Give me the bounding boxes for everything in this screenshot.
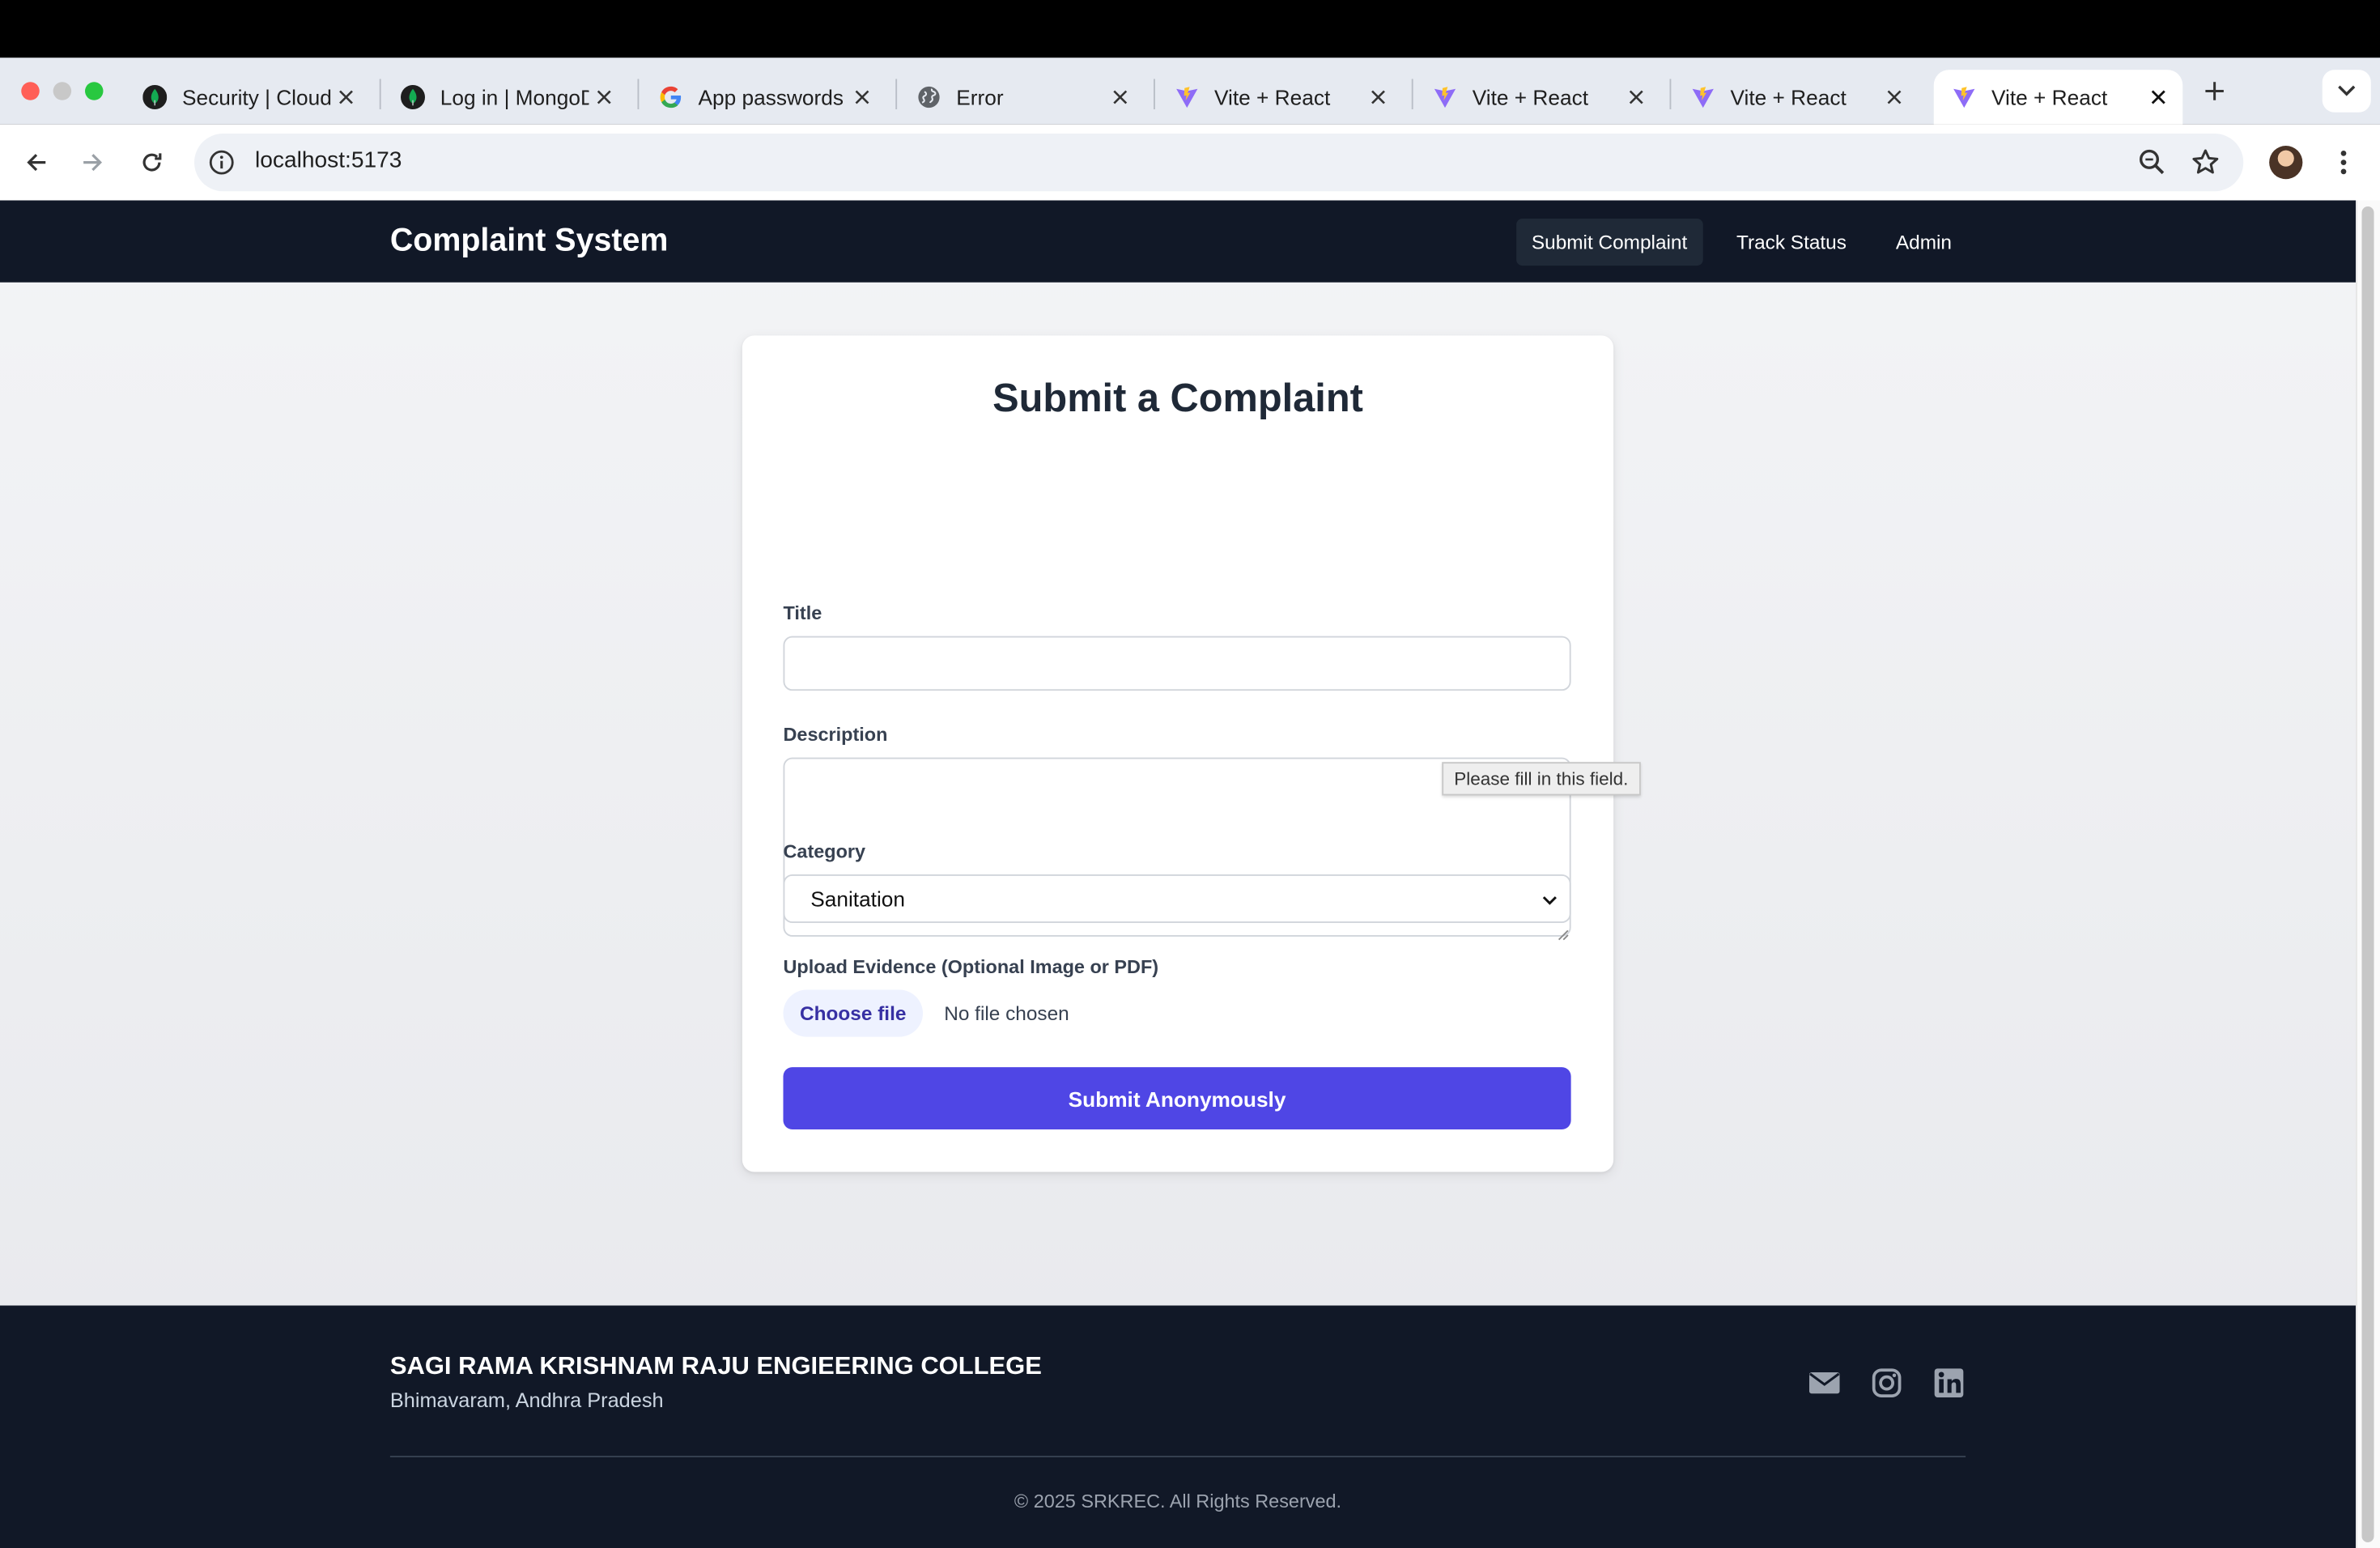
mongodb-leaf-icon xyxy=(142,85,168,109)
vite-icon xyxy=(1691,85,1715,109)
tab-title: Vite + React xyxy=(1472,85,1589,109)
instagram-icon[interactable] xyxy=(1870,1367,1903,1400)
form-heading: Submit a Complaint xyxy=(992,375,1363,421)
site-footer: SAGI RAMA KRISHNAM RAJU ENGIEERING COLLE… xyxy=(0,1305,2356,1548)
tab-title: Vite + React xyxy=(1214,85,1331,109)
chevron-down-icon xyxy=(2338,85,2356,96)
envelope-icon[interactable] xyxy=(1808,1367,1841,1400)
page-viewport: Complaint System Submit Complaint Track … xyxy=(0,200,2356,1548)
browser-tab-active[interactable]: Vite + React xyxy=(1933,70,2183,125)
mongodb-leaf-icon xyxy=(401,85,425,109)
browser-tab[interactable]: App passwords xyxy=(640,70,886,125)
reload-icon xyxy=(142,153,162,172)
browser-tab[interactable]: Vite + React xyxy=(1672,70,1919,125)
no-file-text: No file chosen xyxy=(944,1002,1069,1025)
app-brand[interactable]: Complaint System xyxy=(390,223,669,260)
vite-icon xyxy=(1175,85,1199,109)
close-tab-icon[interactable] xyxy=(2144,82,2174,113)
vite-icon xyxy=(1433,85,1457,109)
close-tab-icon[interactable] xyxy=(1879,82,1910,113)
arrow-right-icon xyxy=(83,154,103,172)
close-window-button[interactable] xyxy=(21,82,40,100)
close-tab-icon[interactable] xyxy=(331,82,362,113)
footer-divider xyxy=(389,1456,1966,1457)
nav-submit-complaint[interactable]: Submit Complaint xyxy=(1516,219,1703,266)
new-tab-button[interactable] xyxy=(2192,70,2238,113)
plus-icon xyxy=(2205,82,2224,100)
tab-title: Vite + React xyxy=(1991,85,2108,109)
tab-separator xyxy=(1669,79,1672,109)
complaint-form-card: Submit a Complaint Title Description Cat… xyxy=(742,335,1614,1172)
category-select[interactable]: Sanitation xyxy=(783,874,1571,923)
tab-title: Error xyxy=(956,85,1004,109)
description-label: Description xyxy=(783,724,888,746)
forward-button[interactable] xyxy=(71,141,114,184)
close-tab-icon[interactable] xyxy=(1621,82,1652,113)
vite-icon xyxy=(1952,85,1976,109)
browser-tab[interactable]: Log in | MongoD xyxy=(383,70,629,125)
college-name: SAGI RAMA KRISHNAM RAJU ENGIEERING COLLE… xyxy=(389,1352,1042,1380)
arrow-left-icon xyxy=(27,154,46,172)
browser-tab[interactable]: Security | Cloud xyxy=(125,70,371,125)
upload-label: Upload Evidence (Optional Image or PDF) xyxy=(783,956,1159,978)
zoom-icon[interactable] xyxy=(2137,147,2168,178)
chevron-down-icon xyxy=(1542,896,1557,905)
browser-tab[interactable]: Vite + React xyxy=(1157,70,1403,125)
close-tab-icon[interactable] xyxy=(589,82,620,113)
profile-avatar[interactable] xyxy=(2269,146,2303,180)
back-button[interactable] xyxy=(15,141,58,184)
title-input[interactable] xyxy=(783,636,1571,691)
copyright-text: © 2025 SRKREC. All Rights Reserved. xyxy=(1014,1491,1342,1512)
tab-title: Vite + React xyxy=(1730,85,1847,109)
tab-separator xyxy=(1154,79,1155,109)
validation-tooltip: Please fill in this field. xyxy=(1442,762,1641,796)
screen: Security | Cloud Log in | MongoD App pas… xyxy=(0,0,2380,1548)
google-g-icon xyxy=(659,85,683,109)
bookmark-star-icon[interactable] xyxy=(2191,147,2221,178)
tab-title: Log in | MongoD xyxy=(440,85,589,109)
url-text[interactable]: localhost:5173 xyxy=(255,147,402,173)
submit-anonymously-button[interactable]: Submit Anonymously xyxy=(783,1067,1571,1129)
zoom-window-button[interactable] xyxy=(85,82,104,100)
category-label: Category xyxy=(783,840,866,862)
close-tab-icon[interactable] xyxy=(1105,82,1136,113)
category-selected-value: Sanitation xyxy=(810,887,906,911)
linkedin-icon[interactable] xyxy=(1932,1367,1966,1400)
browser-tab[interactable]: Error xyxy=(899,70,1145,125)
close-tab-icon[interactable] xyxy=(847,82,878,113)
browser-tab[interactable]: Vite + React xyxy=(1415,70,1661,125)
globe-icon xyxy=(917,85,941,109)
tab-title: Security | Cloud xyxy=(182,85,331,109)
nav-admin[interactable]: Admin xyxy=(1881,219,1967,266)
reload-button[interactable] xyxy=(130,141,173,184)
address-bar[interactable] xyxy=(194,134,2244,192)
tab-separator xyxy=(1411,79,1413,109)
choose-file-button[interactable]: Choose file xyxy=(783,989,923,1037)
tab-separator xyxy=(379,79,381,109)
college-location: Bhimavaram, Andhra Pradesh xyxy=(389,1389,664,1412)
tab-title: App passwords xyxy=(698,85,844,109)
resize-handle-icon[interactable] xyxy=(1556,921,1570,941)
title-label: Title xyxy=(783,602,822,624)
app-navbar: Complaint System Submit Complaint Track … xyxy=(0,200,2356,283)
nav-track-status[interactable]: Track Status xyxy=(1721,219,1861,266)
more-menu-icon[interactable] xyxy=(2331,147,2356,178)
site-info-icon[interactable] xyxy=(208,149,236,176)
minimize-window-button[interactable] xyxy=(53,82,72,100)
tab-separator xyxy=(895,79,898,109)
scrollbar-thumb[interactable] xyxy=(2361,206,2374,1542)
tab-search-button[interactable] xyxy=(2322,70,2371,113)
tab-separator xyxy=(637,79,640,109)
close-tab-icon[interactable] xyxy=(1363,82,1394,113)
